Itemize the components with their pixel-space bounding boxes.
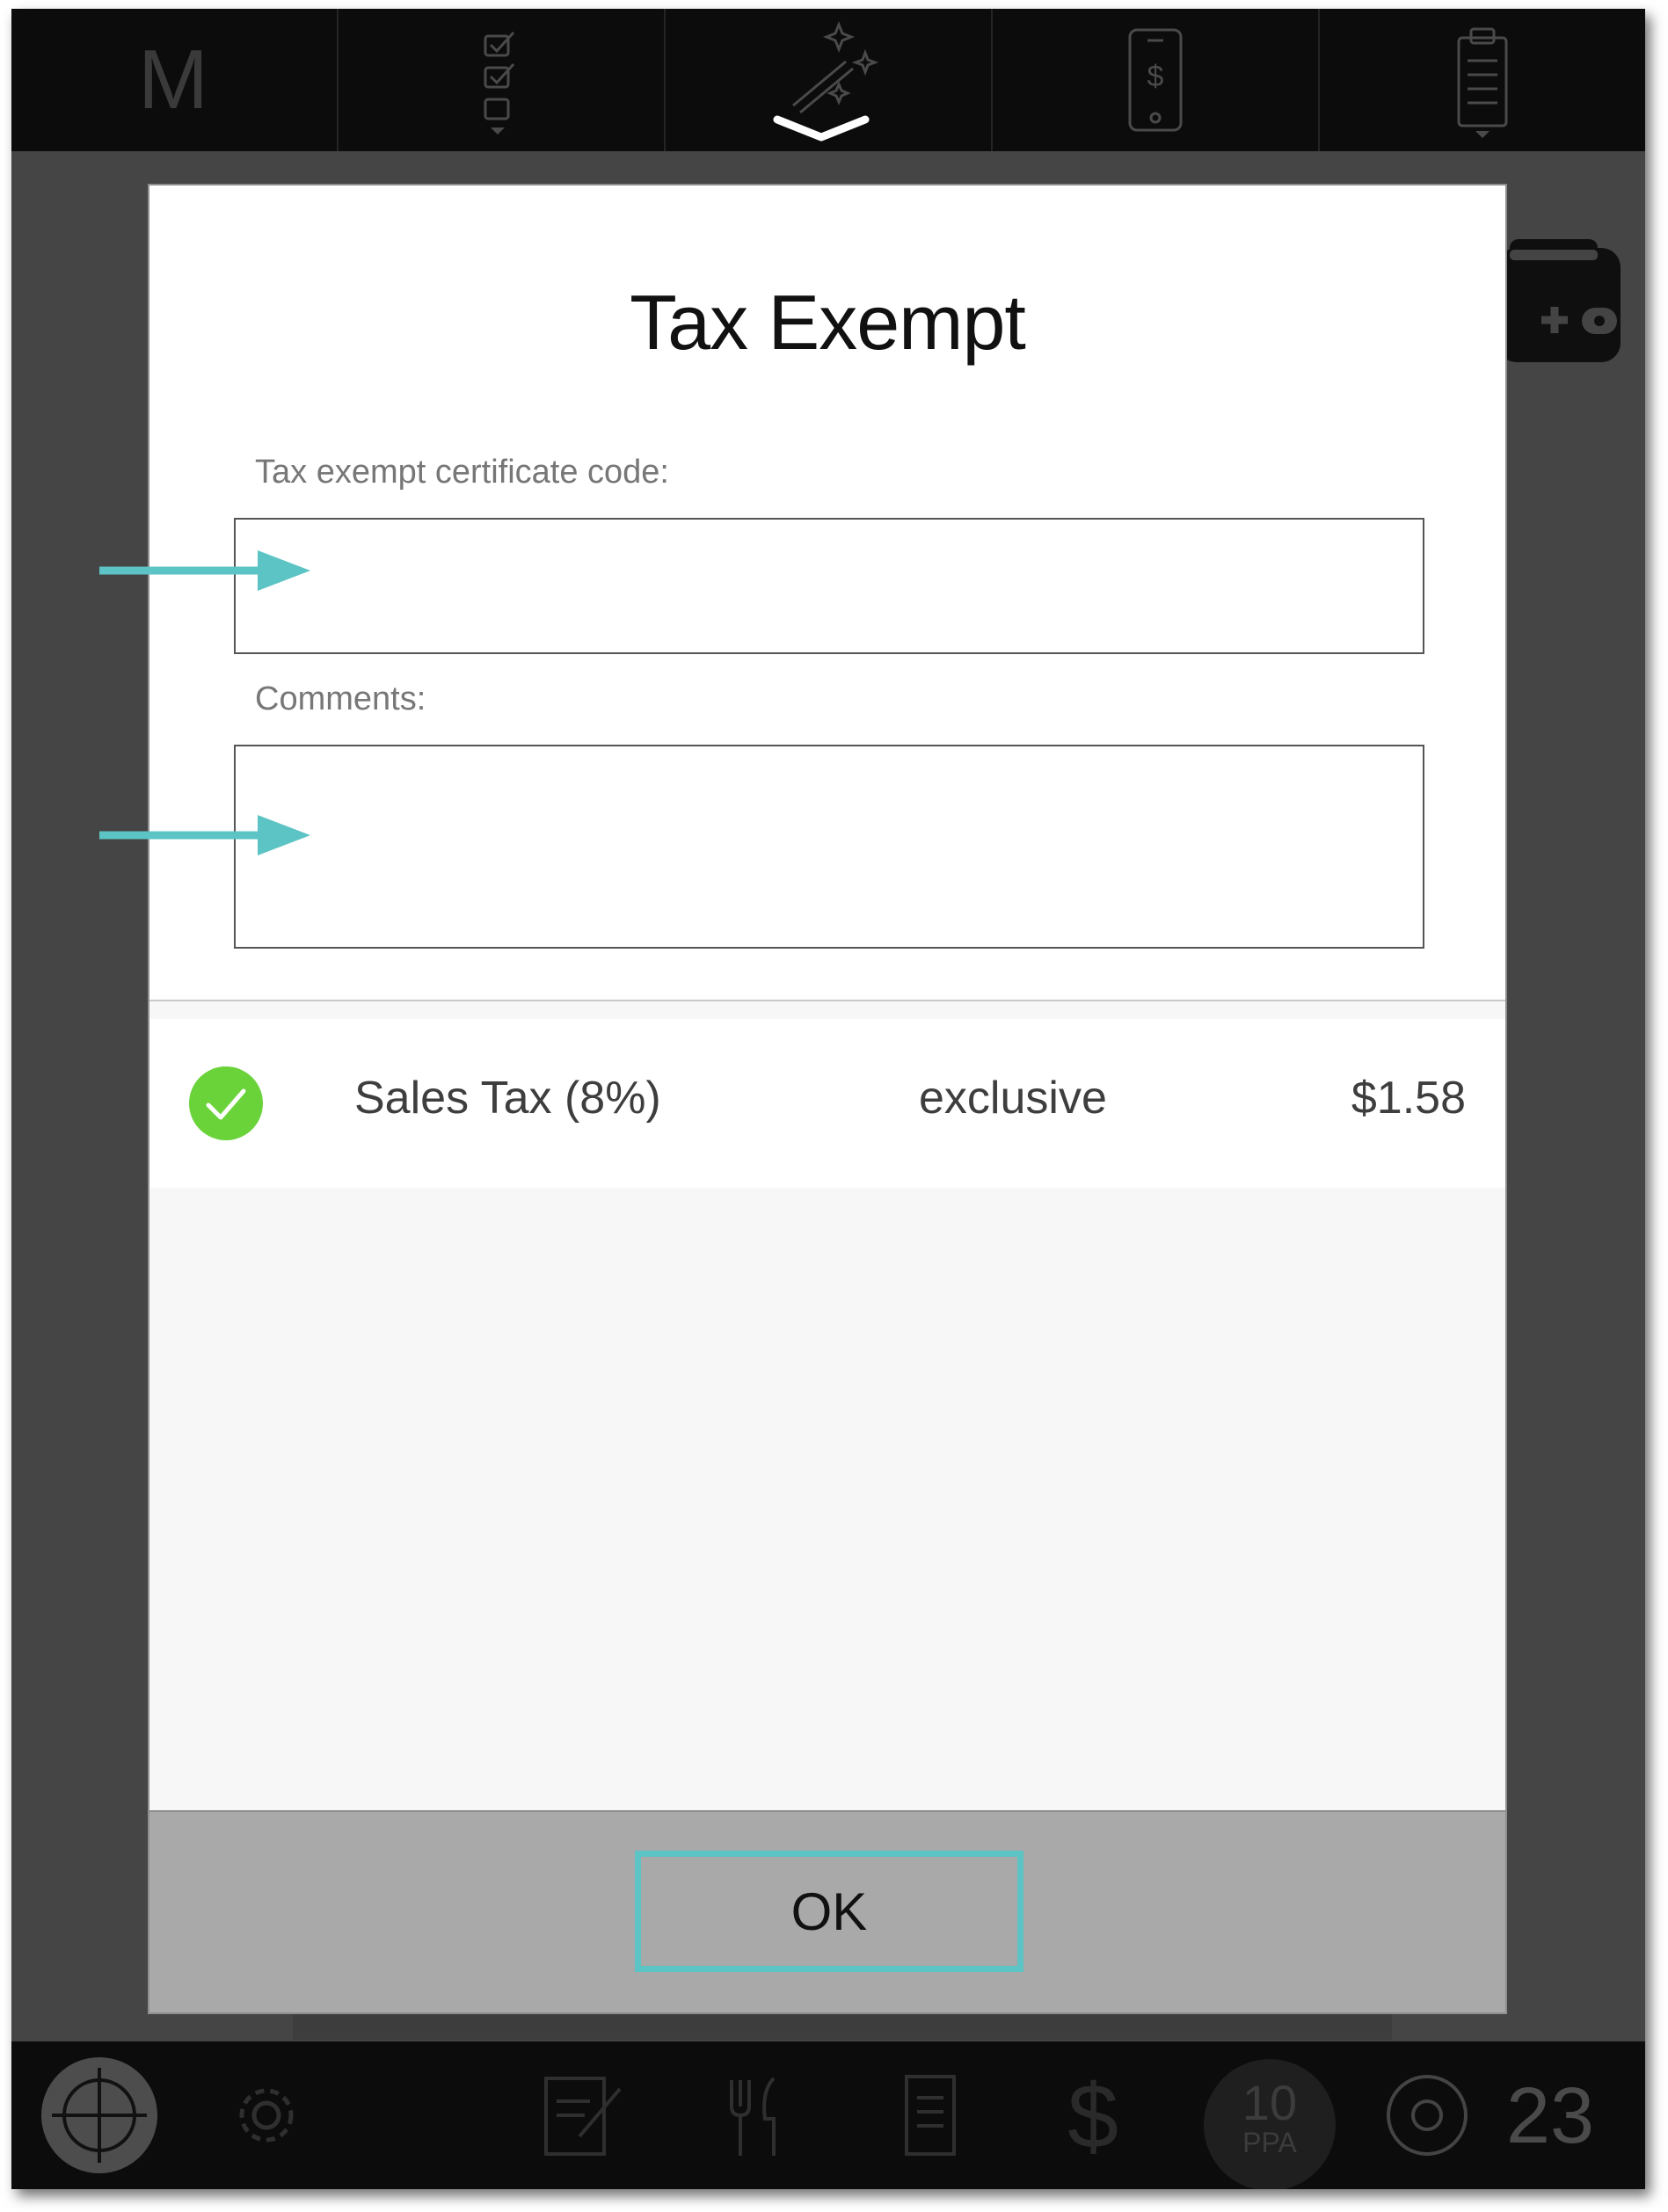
- svg-text:$: $: [1067, 2067, 1118, 2164]
- certificate-code-label: Tax exempt certificate code:: [255, 454, 669, 491]
- mobile-payment-icon: $: [1128, 28, 1183, 132]
- gear-icon: [239, 2088, 294, 2143]
- selected-chevron-icon: [773, 115, 870, 142]
- ppa-label: PPA: [1242, 2127, 1297, 2158]
- tab-clipboard[interactable]: [1320, 9, 1645, 151]
- magic-wand-icon: [773, 20, 879, 142]
- ppa-badge[interactable]: 10 PPA: [1204, 2059, 1336, 2189]
- crosshair-icon: [41, 2057, 157, 2173]
- svg-text:$: $: [1147, 60, 1164, 93]
- comments-input[interactable]: [234, 745, 1424, 949]
- certificate-code-input[interactable]: [234, 518, 1424, 654]
- tax-exempt-dialog: Tax Exempt Tax exempt certificate code: …: [148, 184, 1507, 2014]
- notes-button[interactable]: [539, 2041, 627, 2189]
- fork-knife-icon: [730, 2077, 776, 2156]
- bottom-toolbar: $ 10 PPA 23: [11, 2041, 1645, 2189]
- tab-magic[interactable]: [666, 9, 993, 151]
- dialog-footer: OK: [149, 1810, 1505, 2012]
- dining-button[interactable]: [715, 2041, 794, 2189]
- checklist-icon: [484, 31, 515, 135]
- ppa-value: 10: [1242, 2075, 1298, 2130]
- tab-menu[interactable]: M: [11, 9, 339, 151]
- note-edit-icon: [544, 2077, 622, 2156]
- dialog-header: Tax Exempt Tax exempt certificate code: …: [149, 186, 1505, 1001]
- annotation-arrow-icon: [99, 815, 310, 855]
- checkmark-icon: [206, 1088, 246, 1120]
- target-button[interactable]: [38, 2041, 161, 2189]
- dollar-icon: $: [1067, 2067, 1118, 2164]
- ok-button[interactable]: OK: [635, 1851, 1023, 1972]
- tax-mode: exclusive: [919, 1073, 1107, 1124]
- tax-row-sales-tax[interactable]: Sales Tax (8%) exclusive $1.58: [149, 1019, 1505, 1188]
- tax-name: Sales Tax (8%): [354, 1073, 661, 1124]
- tab-checklist[interactable]: [339, 9, 666, 151]
- count-display: 23: [1506, 2072, 1595, 2160]
- clipboard-icon: [1457, 27, 1508, 138]
- receipt-icon: [905, 2075, 956, 2156]
- annotation-arrow-icon: [99, 550, 310, 591]
- top-navigation-bar: M $: [11, 9, 1645, 151]
- wallet-add-icon: [1497, 239, 1621, 362]
- payment-button[interactable]: $: [1058, 2041, 1128, 2189]
- brand-logo: M: [138, 33, 210, 127]
- circle-target-icon: [1387, 2075, 1468, 2156]
- settings-button[interactable]: [227, 2041, 306, 2189]
- dialog-title: Tax Exempt: [630, 279, 1026, 366]
- record-button[interactable]: [1383, 2041, 1471, 2189]
- tax-amount: $1.58: [1351, 1073, 1466, 1124]
- tab-payment[interactable]: $: [993, 9, 1320, 151]
- receipt-button[interactable]: [891, 2041, 970, 2189]
- screenshot-canvas: M $ Tax Exempt Tax exempt certificate co…: [0, 0, 1668, 2212]
- tablet-screen: M $ Tax Exempt Tax exempt certificate co…: [11, 9, 1645, 2189]
- comments-label: Comments:: [255, 680, 426, 717]
- tax-checkbox[interactable]: [189, 1066, 263, 1140]
